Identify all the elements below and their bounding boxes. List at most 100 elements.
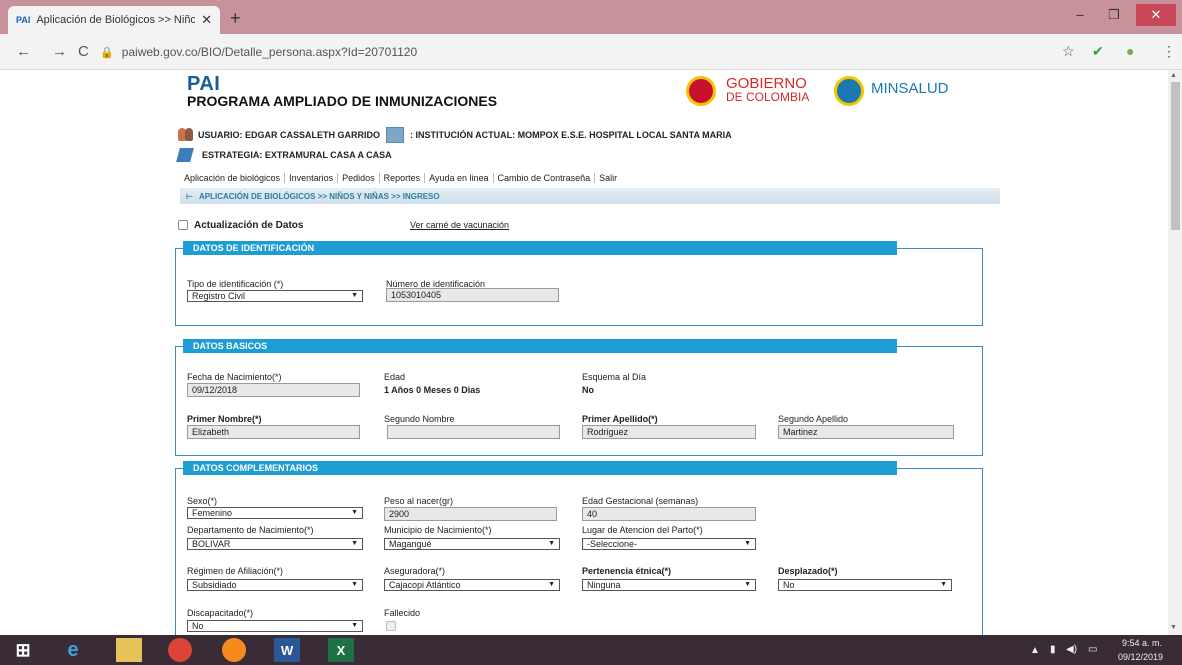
url-field[interactable]: 🔒 paiweb.gov.co/BIO/Detalle_persona.aspx… [100,40,1050,64]
scroll-up-icon[interactable]: ▲ [1170,72,1177,79]
discapacitado-label: Discapacitado(*) [187,608,254,618]
tipo-id-select[interactable]: Registro Civil ▼ [187,290,363,302]
desplazado-select[interactable]: No ▼ [778,579,952,591]
internet-explorer-icon[interactable]: e [60,638,86,662]
fecha-nacimiento-field[interactable]: 09/12/2018 [187,383,360,397]
clock-time[interactable]: 9:54 a. m. [1122,638,1162,648]
tipo-id-value: Registro Civil [192,291,246,301]
tab-close-icon[interactable]: ✕ [201,12,212,28]
battery-icon[interactable]: ▮ [1050,644,1056,655]
user-info-line: USUARIO: EDGAR CASSALETH GARRIDO : INSTI… [178,127,732,143]
aseguradora-select[interactable]: Cajacopi Atlántico ▼ [384,579,560,591]
fallecido-checkbox[interactable] [386,621,396,631]
profile-avatar[interactable]: ● [1126,43,1134,59]
extension-check-icon[interactable]: ✔ [1092,43,1104,60]
sexo-select[interactable]: Femenino ▼ [187,507,363,519]
new-tab-icon[interactable]: + [230,8,241,29]
menu-item-inventarios[interactable]: Inventarios [285,173,339,183]
peso-field[interactable]: 2900 [384,507,557,521]
primer-apellido-field[interactable]: Rodriguez [582,425,756,439]
forward-icon[interactable]: → [52,43,67,60]
segundo-apellido-label: Segundo Apellido [778,414,849,424]
regimen-value: Subsidiado [192,580,237,590]
menu-item-pedidos[interactable]: Pedidos [338,173,380,183]
chevron-down-icon: ▼ [351,292,358,299]
strategy-icon [176,148,194,162]
sexo-value: Femenino [192,508,233,518]
tray-up-arrow-icon[interactable]: ▲ [1030,645,1040,656]
strategy-line: ESTRATEGIA: EXTRAMURAL CASA A CASA [176,148,392,162]
actualizacion-checkbox[interactable] [178,220,188,230]
bookmark-star-icon[interactable]: ☆ [1062,43,1075,60]
edad-gestacional-field[interactable]: 40 [582,507,756,521]
sexo-label: Sexo(*) [187,496,218,506]
primer-nombre-field[interactable]: Elizabeth [187,425,360,439]
scroll-down-icon[interactable]: ▼ [1170,624,1177,631]
municipio-value: Magangué [389,539,432,549]
menu-item-aplicacion[interactable]: Aplicación de biológicos [180,173,286,183]
discapacitado-value: No [192,621,204,631]
regimen-select[interactable]: Subsidiado ▼ [187,579,363,591]
actualizacion-label: Actualización de Datos [194,220,304,231]
edad-gestacional-label: Edad Gestacional (semanas) [582,496,699,506]
maximize-icon[interactable]: ❐ [1098,4,1130,26]
discapacitado-select[interactable]: No ▼ [187,620,363,632]
complementarios-header: DATOS COMPLEMENTARIOS [183,461,897,475]
desplazado-label: Desplazado(*) [778,566,838,576]
chrome-icon[interactable] [168,638,192,662]
menu-item-cambio-contrasena[interactable]: Cambio de Contraseña [494,173,596,183]
browser-tabbar: PAI Aplicación de Biológicos >> Niño ✕ +… [0,0,1182,34]
chevron-down-icon: ▼ [548,581,555,588]
tree-icon: ⊢ [186,191,193,201]
peso-label: Peso al nacer(gr) [384,496,454,506]
menu-item-ayuda[interactable]: Ayuda en linea [425,173,494,183]
minimize-icon[interactable]: – [1064,4,1096,26]
word-icon[interactable]: W [274,638,300,662]
municipio-select[interactable]: Magangué ▼ [384,538,560,550]
segundo-apellido-field[interactable]: Martinez [778,425,954,439]
app-title: PROGRAMA AMPLIADO DE INMUNIZACIONES [187,93,498,109]
file-explorer-icon[interactable] [116,638,142,662]
chevron-down-icon: ▼ [351,509,358,516]
lugar-parto-value: -Seleccione- [587,539,638,549]
browser-tab[interactable]: PAI Aplicación de Biológicos >> Niño ✕ [8,6,220,34]
tab-title: Aplicación de Biológicos >> Niño [36,14,196,26]
chevron-down-icon: ▼ [744,540,751,547]
minsalud-seal-icon [834,76,864,106]
identificacion-section [175,248,983,326]
menu-item-salir[interactable]: Salir [595,173,621,183]
etnica-value: Ninguna [587,580,621,590]
departamento-select[interactable]: BOLIVAR ▼ [187,538,363,550]
numero-id-field[interactable]: 1053010405 [386,288,559,302]
lock-icon: 🔒 [100,46,114,59]
chevron-down-icon: ▼ [548,540,555,547]
network-icon[interactable]: ▭ [1088,644,1097,655]
excel-icon[interactable]: X [328,638,354,662]
volume-icon[interactable]: ◀) [1066,644,1077,655]
breadcrumb-text: APLICACIÓN DE BIOLÓGICOS >> NIÑOS Y NIÑA… [198,191,440,201]
scrollbar-thumb[interactable] [1171,82,1180,230]
ver-carne-link[interactable]: Ver carné de vacunación [410,220,509,230]
windows-start-icon[interactable]: ⊞ [10,638,36,662]
basicos-section [175,346,983,456]
browser-menu-icon[interactable]: ⋮ [1162,43,1176,60]
reload-icon[interactable]: C [78,43,89,60]
chevron-down-icon: ▼ [744,581,751,588]
tipo-id-label: Tipo de identificación (*) [187,279,284,289]
segundo-nombre-label: Segundo Nombre [384,414,455,424]
segundo-nombre-field[interactable] [387,425,560,439]
etnica-label: Pertenencia étnica(*) [582,566,672,576]
clock-date[interactable]: 09/12/2019 [1118,652,1163,662]
gobierno-logo-line1: GOBIERNO [726,75,807,92]
etnica-select[interactable]: Ninguna ▼ [582,579,756,591]
aseguradora-value: Cajacopi Atlántico [389,580,461,590]
firefox-icon[interactable] [222,638,246,662]
back-icon[interactable]: ← [16,43,31,60]
lugar-parto-select[interactable]: -Seleccione- ▼ [582,538,756,550]
complementarios-section [175,468,983,638]
menu-item-reportes[interactable]: Reportes [380,173,426,183]
window-close-icon[interactable]: ✕ [1136,4,1176,26]
estrategia-text: ESTRATEGIA: EXTRAMURAL CASA A CASA [202,150,392,160]
chevron-down-icon: ▼ [351,622,358,629]
fallecido-label: Fallecido [384,608,421,618]
